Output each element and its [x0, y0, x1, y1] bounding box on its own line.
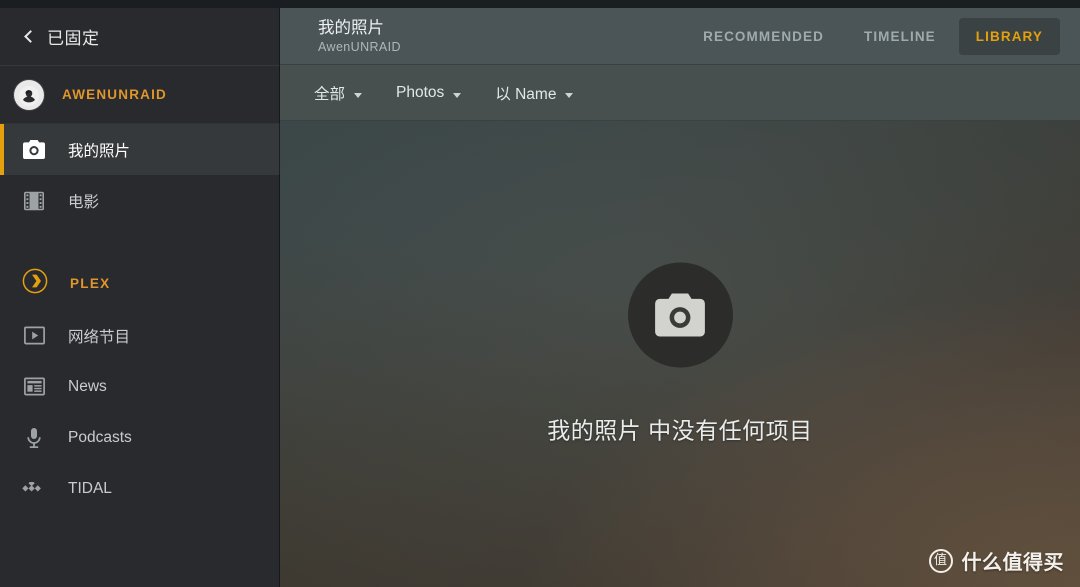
camera-icon	[22, 138, 46, 162]
plex-app-window: 已固定 AWENUNRAID 我的照片 电影 PLEX 网络节目 News Po…	[0, 0, 1080, 587]
sidebar-item-web-shows[interactable]: 网络节目	[0, 310, 280, 361]
tab-recommended[interactable]: RECOMMENDED	[686, 18, 841, 55]
filter-type-dropdown[interactable]: Photos	[396, 84, 462, 102]
header-tabs: RECOMMENDED TIMELINE LIBRARY	[686, 18, 1060, 55]
watermark: 值 什么值得买	[928, 546, 1065, 575]
sidebar: 已固定 AWENUNRAID 我的照片 电影 PLEX 网络节目 News Po…	[0, 8, 280, 587]
chevron-down-icon	[354, 92, 363, 98]
sidebar-nav: 我的照片 电影 PLEX 网络节目 News Podcasts TIDAL	[0, 124, 280, 514]
film-strip-icon	[22, 189, 46, 213]
sidebar-item-label: 电影	[68, 193, 100, 211]
empty-state-icon-circle	[627, 262, 733, 368]
plex-logo-icon	[22, 268, 48, 299]
filter-label: Photos	[396, 84, 445, 101]
microphone-icon	[22, 426, 46, 450]
page-title: 我的照片	[318, 19, 384, 38]
user-avatar-image	[19, 86, 39, 107]
sidebar-item-label: 网络节目	[68, 328, 131, 346]
play-box-icon	[22, 324, 46, 348]
sidebar-section-plex[interactable]: PLEX	[0, 256, 280, 310]
news-icon	[22, 375, 46, 399]
sidebar-user-row[interactable]: AWENUNRAID	[0, 66, 280, 124]
page-subtitle: AwenUNRAID	[318, 39, 401, 54]
sidebar-item-label: News	[68, 377, 107, 395]
filter-label: 以 Name	[495, 86, 557, 103]
tab-timeline[interactable]: TIMELINE	[847, 18, 953, 55]
pinned-back-button[interactable]: 已固定	[0, 8, 280, 66]
tab-library[interactable]: LIBRARY	[958, 18, 1060, 55]
sidebar-item-label: 我的照片	[68, 142, 131, 160]
header-title-group: 我的照片 AwenUNRAID	[318, 19, 401, 53]
pinned-label: 已固定	[47, 29, 100, 48]
chevron-down-icon	[453, 92, 462, 98]
window-top-strip	[0, 0, 1080, 8]
watermark-text: 什么值得买	[961, 552, 1064, 574]
empty-state: 我的照片 中没有任何项目	[280, 262, 1080, 446]
content-header: 我的照片 AwenUNRAID RECOMMENDED TIMELINE LIB…	[280, 8, 1080, 65]
sidebar-item-movies[interactable]: 电影	[0, 175, 280, 226]
tidal-icon	[22, 477, 46, 501]
camera-icon	[655, 293, 705, 337]
content-area: 我的照片 AwenUNRAID RECOMMENDED TIMELINE LIB…	[280, 8, 1080, 587]
empty-state-message: 我的照片 中没有任何项目	[547, 417, 813, 444]
smzdm-badge-icon: 值	[928, 548, 953, 573]
chevron-down-icon	[565, 92, 574, 98]
sidebar-item-my-photos[interactable]: 我的照片	[0, 124, 280, 175]
sidebar-section-label: PLEX	[70, 275, 111, 291]
filter-sort-dropdown[interactable]: 以 Name	[495, 82, 574, 104]
sidebar-item-label: TIDAL	[68, 479, 112, 497]
sidebar-item-news[interactable]: News	[0, 361, 280, 412]
chevron-left-icon	[24, 30, 37, 43]
sidebar-item-label: Podcasts	[68, 428, 132, 446]
sidebar-user-name: AWENUNRAID	[62, 87, 167, 102]
sidebar-item-podcasts[interactable]: Podcasts	[0, 412, 280, 463]
library-canvas: 我的照片 中没有任何项目 值 什么值得买	[280, 121, 1080, 587]
filter-bar: 全部 Photos 以 Name	[280, 65, 1080, 121]
filter-all-dropdown[interactable]: 全部	[314, 82, 363, 104]
avatar	[14, 79, 44, 110]
filter-label: 全部	[314, 86, 346, 103]
app-body: 已固定 AWENUNRAID 我的照片 电影 PLEX 网络节目 News Po…	[0, 8, 1080, 587]
sidebar-item-tidal[interactable]: TIDAL	[0, 463, 280, 514]
